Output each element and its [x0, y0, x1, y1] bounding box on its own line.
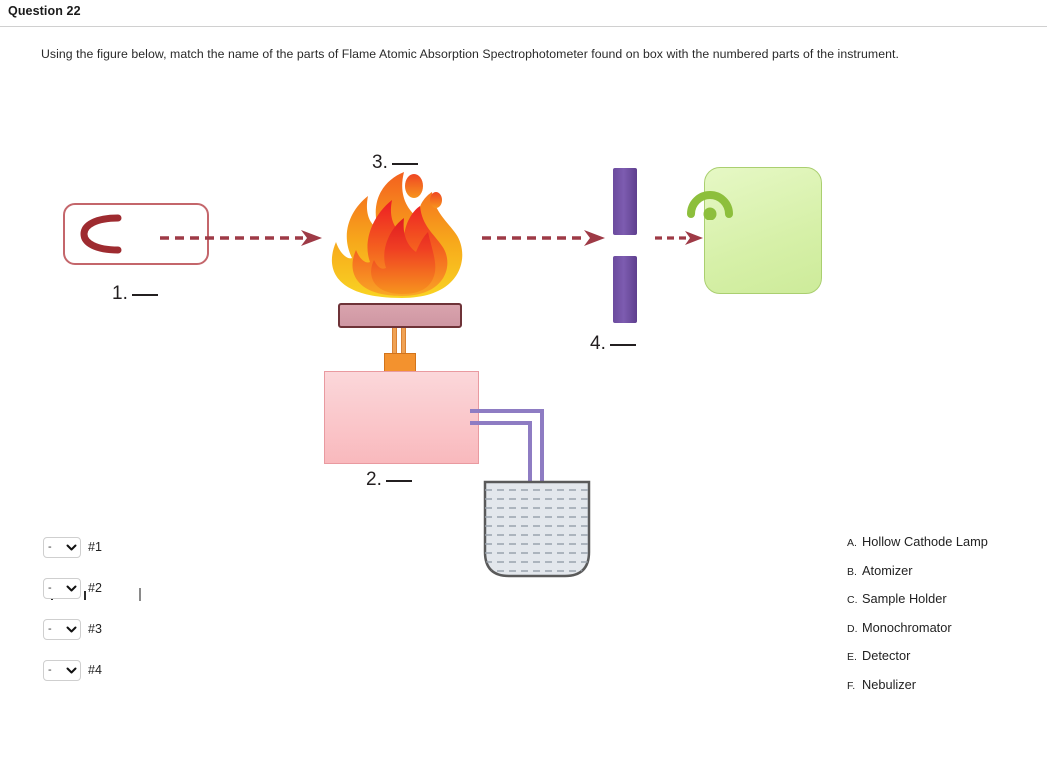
beam-arrow-lamp-to-flame: [160, 230, 322, 246]
answer-option-f-text: Nebulizer: [862, 676, 917, 692]
flame-atomizer-icon: [331, 172, 463, 298]
match-dropdown-1-value: -: [48, 540, 52, 553]
match-row-2: - #2: [43, 574, 102, 602]
detector-sensor-icon: [687, 191, 733, 220]
diagram-label-4-number: 4.: [590, 333, 606, 354]
question-title: Question 22: [8, 4, 81, 18]
diagram-label-4: 4.: [590, 333, 636, 355]
diagram-label-2: 2.: [366, 469, 412, 491]
diagram-label-1-number: 1.: [112, 283, 128, 304]
nebulizer-spray-chamber: [324, 371, 479, 464]
diagram-label-3-number: 3.: [372, 152, 388, 173]
diagram-label-2-blank: [385, 480, 412, 482]
match-dropdown-2-value: -: [48, 581, 52, 594]
match-label-1: #1: [88, 540, 102, 554]
answer-option-b: B. Atomizer: [847, 563, 988, 592]
burner-tube-right: [401, 328, 406, 356]
answer-option-e: E. Detector: [847, 648, 988, 677]
answer-option-f-letter: F.: [847, 679, 856, 692]
diagram-label-4-blank: [609, 344, 636, 346]
answer-option-c: C. Sample Holder: [847, 591, 988, 620]
answer-area: - #1 - #2 - #3 - #4 A. Hollow Cathode La…: [0, 512, 1047, 727]
answer-option-a-text: Hollow Cathode Lamp: [862, 534, 988, 549]
match-dropdown-4[interactable]: -: [43, 659, 81, 681]
match-dropdown-1[interactable]: -: [43, 536, 81, 558]
match-dropdown-4-value: -: [48, 663, 52, 676]
match-dropdown-3-value: -: [48, 622, 52, 635]
chevron-down-icon: [66, 667, 77, 673]
diagram-label-1-blank: [131, 294, 158, 296]
beam-arrow-monochromator-to-detector: [655, 231, 703, 245]
match-label-2: #2: [88, 581, 102, 595]
chevron-down-icon: [66, 626, 77, 632]
answer-option-f: F. Nebulizer: [847, 677, 988, 706]
diagram-label-3-blank: [391, 163, 418, 165]
burner-tube-left: [392, 328, 397, 356]
answer-option-e-letter: E.: [847, 651, 857, 663]
match-dropdown-list: - #1 - #2 - #3 - #4: [43, 533, 102, 697]
chevron-down-icon: [66, 544, 77, 550]
monochromator-slit-lower-bar: [613, 256, 637, 323]
answer-option-d-text: Monochromator: [862, 619, 952, 635]
answer-option-b-letter: B.: [847, 565, 857, 578]
answer-option-e-text: Detector: [862, 648, 911, 663]
instrument-diagram: 3. 1. 2. 4.: [0, 67, 1047, 601]
burner-connector-block: [384, 353, 416, 372]
monochromator-slit-upper-bar: [613, 168, 637, 235]
diagram-label-3: 3.: [372, 152, 418, 174]
diagram-label-1: 1.: [112, 283, 158, 305]
match-row-4: - #4: [43, 656, 102, 684]
match-row-1: - #1: [43, 533, 102, 561]
answer-option-d-letter: D.: [847, 622, 858, 635]
match-label-3: #3: [88, 622, 102, 636]
cathode-c-shape-icon: [80, 214, 122, 254]
answer-option-b-text: Atomizer: [862, 562, 913, 578]
answer-option-d: D. Monochromator: [847, 620, 988, 649]
diagram-label-2-number: 2.: [366, 469, 382, 490]
match-dropdown-2[interactable]: -: [43, 577, 81, 599]
match-dropdown-3[interactable]: -: [43, 618, 81, 640]
answer-option-a: A. Hollow Cathode Lamp: [847, 534, 988, 563]
header-divider: [0, 26, 1047, 27]
answer-option-c-letter: C.: [847, 594, 858, 606]
burner-head: [338, 303, 462, 328]
answer-option-c-text: Sample Holder: [862, 591, 947, 606]
beam-arrow-flame-to-monochromator: [482, 230, 605, 246]
answer-option-a-letter: A.: [847, 537, 857, 549]
chevron-down-icon: [66, 585, 77, 591]
answer-options-list: A. Hollow Cathode Lamp B. Atomizer C. Sa…: [847, 534, 988, 705]
match-row-3: - #3: [43, 615, 102, 643]
question-prompt: Using the figure below, match the name o…: [41, 47, 899, 61]
match-label-4: #4: [88, 663, 102, 677]
